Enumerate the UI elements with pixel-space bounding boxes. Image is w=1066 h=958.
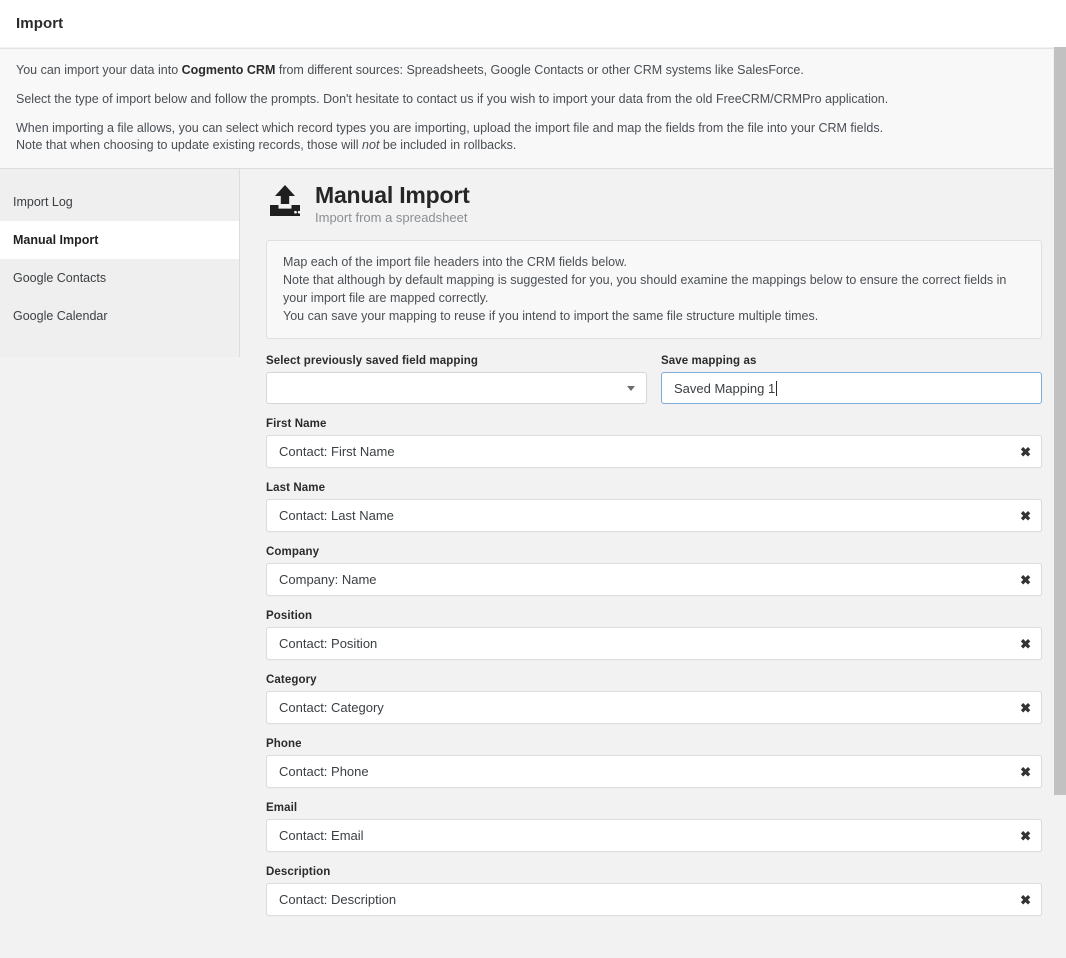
mapping-value: Contact: Email [279,828,364,843]
section-subtitle: Import from a spreadsheet [315,210,470,226]
intro-p3-emphasis: not [362,138,379,152]
scrollbar-track-top [1054,0,1066,47]
mapping-row-phone: Phone Contact: Phone ✖ [266,738,1042,788]
mapping-label: Email [266,802,1042,814]
sidebar-item-label: Import Log [13,195,73,209]
field-mapping-list: First Name Contact: First Name ✖ Last Na… [266,418,1042,916]
intro-p3-line2-before: Note that when choosing to update existi… [16,138,362,152]
page-header: Import [0,0,1054,47]
save-mapping-input-group: Save mapping as Saved Mapping 1 [661,355,1042,404]
close-icon[interactable]: ✖ [1020,829,1031,842]
scrollbar-thumb[interactable] [1054,47,1066,795]
page-viewport: Import You can import your data into Cog… [0,0,1054,958]
sidebar: Import Log Manual Import Google Contacts… [0,169,240,357]
close-icon[interactable]: ✖ [1020,509,1031,522]
chevron-down-icon [627,386,635,391]
save-mapping-input[interactable]: Saved Mapping 1 [661,372,1042,404]
mapping-select-last-name[interactable]: Contact: Last Name ✖ [266,499,1042,532]
sidebar-item-label: Manual Import [13,233,98,247]
mapping-select-first-name[interactable]: Contact: First Name ✖ [266,435,1042,468]
help-line-2: Note that although by default mapping is… [283,271,1025,307]
mapping-value: Contact: Description [279,892,396,907]
intro-p3-line1: When importing a file allows, you can se… [16,121,883,135]
sidebar-item-google-calendar[interactable]: Google Calendar [0,297,239,335]
mapping-controls-row: Select previously saved field mapping Sa… [266,355,1042,404]
body-wrapper: Import Log Manual Import Google Contacts… [0,169,1054,930]
mapping-select-description[interactable]: Contact: Description ✖ [266,883,1042,916]
sidebar-item-manual-import[interactable]: Manual Import [0,221,239,259]
saved-mapping-select-group: Select previously saved field mapping [266,355,647,404]
mapping-value: Contact: Phone [279,764,369,779]
mapping-select-company[interactable]: Company: Name ✖ [266,563,1042,596]
mapping-select-position[interactable]: Contact: Position ✖ [266,627,1042,660]
sidebar-item-google-contacts[interactable]: Google Contacts [0,259,239,297]
import-page: Import You can import your data into Cog… [0,0,1066,958]
mapping-row-first-name: First Name Contact: First Name ✖ [266,418,1042,468]
vertical-scrollbar[interactable] [1054,0,1066,958]
save-mapping-value: Saved Mapping 1 [674,381,775,396]
close-icon[interactable]: ✖ [1020,573,1031,586]
mapping-row-position: Position Contact: Position ✖ [266,610,1042,660]
help-line-3: You can save your mapping to reuse if yo… [283,307,1025,325]
mapping-row-email: Email Contact: Email ✖ [266,802,1042,852]
mapping-row-company: Company Company: Name ✖ [266,546,1042,596]
intro-paragraph-3: When importing a file allows, you can se… [16,120,1037,154]
intro-panel: You can import your data into Cogmento C… [0,48,1053,169]
mapping-label: Category [266,674,1042,686]
mapping-label: Last Name [266,482,1042,494]
section-heading-text: Manual Import Import from a spreadsheet [315,181,470,226]
mapping-value: Contact: Position [279,636,377,651]
intro-p1-before: You can import your data into [16,63,182,77]
mapping-row-category: Category Contact: Category ✖ [266,674,1042,724]
mapping-label: Company [266,546,1042,558]
sidebar-item-label: Google Calendar [13,309,108,323]
mapping-value: Contact: Last Name [279,508,394,523]
mapping-label: First Name [266,418,1042,430]
help-line-1: Map each of the import file headers into… [283,253,1025,271]
close-icon[interactable]: ✖ [1020,701,1031,714]
help-box: Map each of the import file headers into… [266,240,1042,339]
sidebar-item-label: Google Contacts [13,271,106,285]
mapping-label: Description [266,866,1042,878]
text-cursor [776,381,777,396]
mapping-value: Contact: First Name [279,444,395,459]
close-icon[interactable]: ✖ [1020,765,1031,778]
saved-mapping-select[interactable] [266,372,647,404]
mapping-label: Phone [266,738,1042,750]
brand-name: Cogmento CRM [182,63,276,77]
mapping-select-email[interactable]: Contact: Email ✖ [266,819,1042,852]
close-icon[interactable]: ✖ [1020,445,1031,458]
content-column: Manual Import Import from a spreadsheet … [240,169,1054,930]
intro-p3-line2-after: be included in rollbacks. [379,138,516,152]
intro-p1-after: from different sources: Spreadsheets, Go… [275,63,803,77]
mapping-select-phone[interactable]: Contact: Phone ✖ [266,755,1042,788]
section-title: Manual Import [315,181,470,209]
intro-paragraph-2: Select the type of import below and foll… [16,91,1037,108]
mapping-select-category[interactable]: Contact: Category ✖ [266,691,1042,724]
close-icon[interactable]: ✖ [1020,637,1031,650]
mapping-row-last-name: Last Name Contact: Last Name ✖ [266,482,1042,532]
saved-mapping-select-label: Select previously saved field mapping [266,355,647,367]
mapping-label: Position [266,610,1042,622]
page-title: Import [16,15,63,32]
save-mapping-label: Save mapping as [661,355,1042,367]
close-icon[interactable]: ✖ [1020,893,1031,906]
section-header: Manual Import Import from a spreadsheet [264,181,1054,226]
mapping-value: Contact: Category [279,700,384,715]
sidebar-item-import-log[interactable]: Import Log [0,183,239,221]
upload-icon [266,183,304,219]
intro-paragraph-1: You can import your data into Cogmento C… [16,62,1037,79]
mapping-value: Company: Name [279,572,377,587]
mapping-row-description: Description Contact: Description ✖ [266,866,1042,916]
